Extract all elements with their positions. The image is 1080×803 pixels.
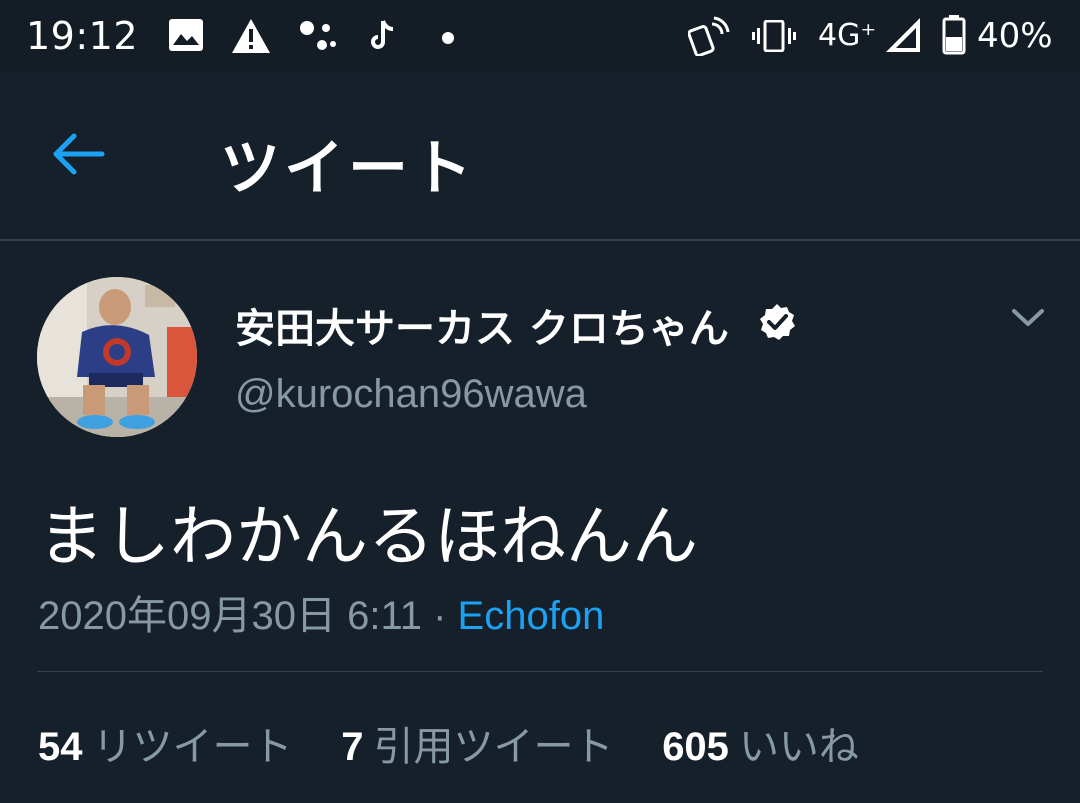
likes-stat[interactable]: 605 いいね (662, 714, 859, 772)
tweet-stats: 54 リツイート 7 引用ツイート 605 いいね (38, 714, 895, 772)
page-title: ツイート (220, 134, 476, 204)
quote-tweets-stat[interactable]: 7 引用ツイート (341, 714, 613, 772)
verified-badge-icon (757, 302, 797, 352)
retweets-label: リツイート (92, 724, 293, 770)
display-name-text: 安田大サーカス クロちゃん (235, 306, 729, 352)
quote-tweets-count: 7 (341, 725, 364, 769)
nfc-phone-icon (687, 16, 730, 60)
meta-separator: · (433, 594, 447, 638)
retweets-stat[interactable]: 54 リツイート (38, 714, 293, 772)
likes-label: いいね (738, 724, 859, 770)
display-name[interactable]: 安田大サーカス クロちゃん (235, 296, 797, 356)
network-type: 4G⁺ (818, 18, 877, 53)
signal-icon (884, 16, 922, 58)
arrow-left-icon (53, 133, 105, 175)
vibrate-icon (752, 19, 796, 56)
status-time: 19:12 (26, 14, 139, 58)
image-icon (168, 18, 204, 56)
retweets-count: 54 (38, 725, 83, 769)
dot-icon (441, 30, 455, 49)
quote-tweets-label: 引用ツイート (373, 724, 614, 770)
app-bar: ツイート (0, 72, 1080, 241)
back-button[interactable] (50, 132, 120, 182)
assistant-dots-icon (298, 18, 338, 58)
battery-icon (942, 15, 966, 59)
tiktok-icon (368, 18, 398, 56)
avatar[interactable] (37, 277, 197, 437)
tweet-source-link[interactable]: Echofon (458, 594, 605, 638)
status-bar: 19:12 4G⁺ 40% (0, 0, 1080, 72)
likes-count: 605 (662, 725, 729, 769)
divider (37, 671, 1043, 672)
tweet-meta: 2020年09月30日 6:11 · Echofon (38, 583, 604, 641)
warning-icon (231, 18, 271, 58)
user-handle[interactable]: @kurochan96wawa (235, 372, 587, 417)
tweet-timestamp: 2020年09月30日 6:11 (38, 594, 422, 638)
chevron-down-icon (1012, 309, 1044, 326)
tweet-text: ましわかんるほねんん (38, 498, 698, 575)
battery-percent: 40% (977, 16, 1053, 56)
tweet-menu-button[interactable] (1010, 305, 1046, 333)
